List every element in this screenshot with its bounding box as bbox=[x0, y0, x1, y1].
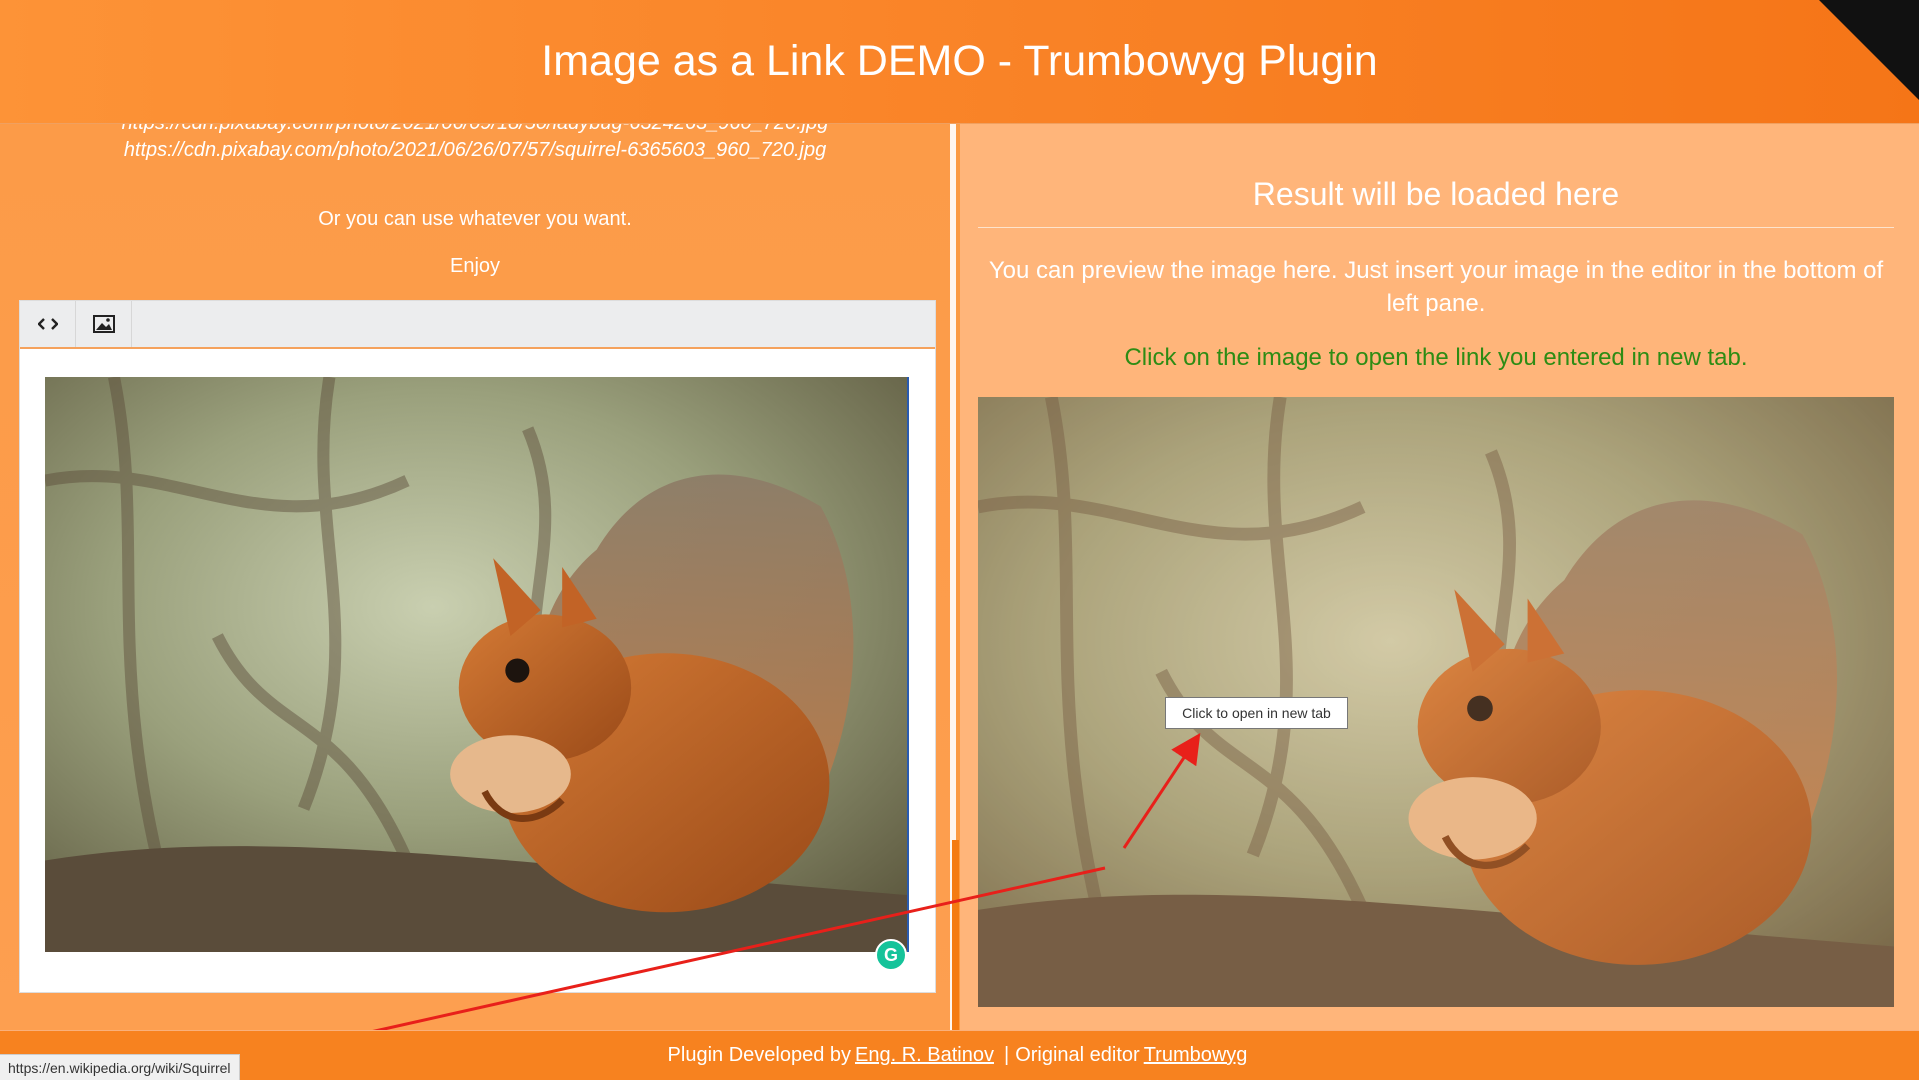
footer-separator: | bbox=[1003, 1044, 1010, 1066]
url-item-ladybug: https://cdn.pixabay.com/photo/2021/06/09… bbox=[0, 124, 950, 137]
view-html-button[interactable] bbox=[20, 301, 76, 347]
page-footer: Plugin Developed by Eng. R. Batinov | Or… bbox=[0, 1030, 1919, 1080]
preview-instructions: You can preview the image here. Just ins… bbox=[988, 257, 1884, 317]
editor-toolbar bbox=[20, 301, 935, 349]
link-tooltip: Click to open in new tab bbox=[1165, 697, 1348, 729]
grammarly-icon[interactable]: G bbox=[875, 939, 907, 971]
browser-status-url: https://en.wikipedia.org/wiki/Squirrel bbox=[0, 1054, 240, 1080]
trumbowyg-link[interactable]: Trumbowyg bbox=[1144, 1044, 1248, 1067]
footer-editor-prefix: Original editor bbox=[1015, 1044, 1140, 1066]
github-corner[interactable] bbox=[1819, 0, 1919, 100]
trumbowyg-editor[interactable]: G bbox=[19, 300, 936, 993]
author-link[interactable]: Eng. R. Batinov bbox=[855, 1044, 994, 1067]
use-anything-text: Or you can use whatever you want. bbox=[318, 208, 632, 230]
right-pane: Result will be loaded here You can previ… bbox=[960, 124, 1919, 1030]
insert-image-button[interactable] bbox=[76, 301, 132, 347]
divider-scroll-handle[interactable] bbox=[952, 840, 959, 1030]
enjoy-text: Enjoy bbox=[449, 255, 501, 277]
code-icon bbox=[37, 318, 58, 330]
footer-prefix: Plugin Developed by bbox=[667, 1044, 852, 1066]
url-list: https://cdn.pixabay.com/photo/2021/06/09… bbox=[0, 124, 950, 164]
left-pane: https://cdn.pixabay.com/photo/2021/06/09… bbox=[0, 124, 950, 1030]
click-instructions: Click on the image to open the link you … bbox=[1124, 344, 1748, 371]
editor-squirrel-image[interactable] bbox=[45, 377, 909, 952]
url-item-squirrel: https://cdn.pixabay.com/photo/2021/06/26… bbox=[123, 139, 827, 161]
result-heading: Result will be loaded here bbox=[978, 176, 1894, 228]
page-title: Image as a Link DEMO - Trumbowyg Plugin bbox=[541, 37, 1378, 85]
result-squirrel-image-link[interactable] bbox=[978, 397, 1894, 1007]
image-icon bbox=[92, 315, 115, 333]
page-header: Image as a Link DEMO - Trumbowyg Plugin bbox=[0, 0, 1919, 124]
